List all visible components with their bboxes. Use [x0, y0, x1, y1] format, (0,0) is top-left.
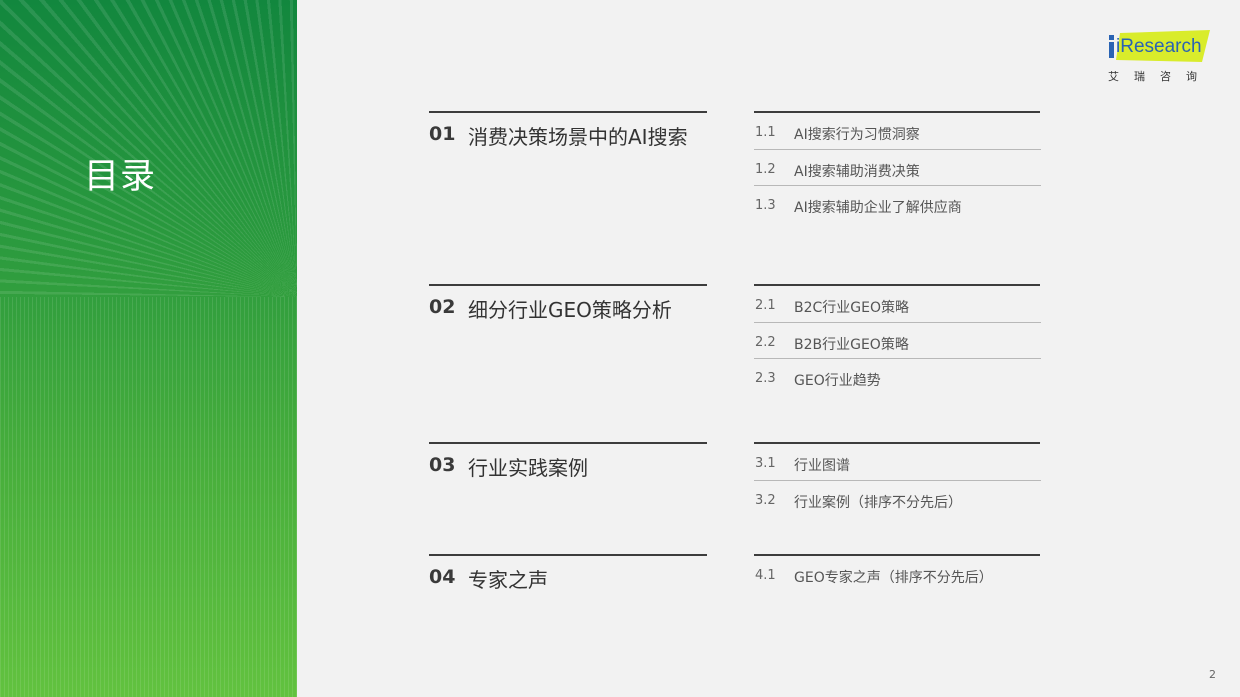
section-number: 03	[429, 454, 456, 476]
subsection-label: AI搜索辅助消费决策	[794, 163, 920, 180]
section-title[interactable]: 消费决策场景中的AI搜索	[468, 121, 688, 150]
subsection-number: 3.2	[755, 492, 776, 508]
section-divider	[429, 442, 707, 444]
toc-title: 目录	[84, 157, 157, 197]
subsection-label: 行业图谱	[794, 458, 850, 474]
section-divider	[429, 284, 707, 286]
subsection-number: 2.1	[755, 298, 776, 313]
section-number: 02	[429, 296, 456, 318]
section-number: 01	[429, 123, 456, 145]
subsection-list: 2.1 B2C行业GEO策略 2.2 B2B行业GEO策略 2.3 GEO行业趋…	[754, 286, 1041, 396]
subsection-label: GEO行业趋势	[794, 373, 881, 389]
subsection-number: 1.1	[755, 125, 776, 140]
section-divider	[429, 554, 707, 556]
section-number: 04	[429, 566, 456, 588]
subsection-number: 3.1	[755, 456, 776, 471]
subsection-item[interactable]: 1.3 AI搜索辅助企业了解供应商	[754, 186, 1041, 223]
subsection-item[interactable]: 1.1 AI搜索行为习惯洞察	[754, 113, 1041, 150]
subsection-label: GEO专家之声（排序不分先后）	[794, 570, 993, 586]
iresearch-logo: iResearch 艾瑞咨询	[1106, 30, 1216, 83]
subsection-list: 3.1 行业图谱 3.2 行业案例（排序不分先后）	[754, 444, 1041, 517]
section-title[interactable]: 细分行业GEO策略分析	[468, 294, 672, 323]
subsection-item[interactable]: 2.1 B2C行业GEO策略	[754, 286, 1041, 323]
subsection-item[interactable]: 2.2 B2B行业GEO策略	[754, 323, 1041, 359]
sidebar-panel: 目录	[0, 0, 297, 697]
section-divider	[429, 111, 707, 113]
subsection-label: B2C行业GEO策略	[794, 300, 910, 316]
logo-subtitle: 艾瑞咨询	[1108, 70, 1212, 83]
subsection-label: 行业案例（排序不分先后）	[794, 494, 962, 511]
section-title[interactable]: 行业实践案例	[468, 452, 588, 481]
subsection-label: AI搜索行为习惯洞察	[794, 127, 920, 143]
subsection-list: 1.1 AI搜索行为习惯洞察 1.2 AI搜索辅助消费决策 1.3 AI搜索辅助…	[754, 113, 1041, 223]
page-number: 2	[1209, 668, 1216, 681]
subsection-item[interactable]: 1.2 AI搜索辅助消费决策	[754, 150, 1041, 186]
section-title[interactable]: 专家之声	[468, 564, 548, 593]
logo-brand-text: iResearch	[1116, 36, 1202, 57]
subsection-number: 2.2	[755, 334, 776, 350]
sidebar-stripe-pattern	[0, 297, 297, 697]
subsection-label: B2B行业GEO策略	[794, 336, 909, 353]
subsection-number: 1.2	[755, 161, 776, 177]
subsection-item[interactable]: 3.1 行业图谱	[754, 444, 1041, 481]
subsection-number: 1.3	[755, 198, 776, 213]
subsection-label: AI搜索辅助企业了解供应商	[794, 200, 962, 216]
subsection-item[interactable]: 4.1 GEO专家之声（排序不分先后）	[754, 556, 1041, 593]
subsection-list: 4.1 GEO专家之声（排序不分先后）	[754, 556, 1041, 593]
subsection-number: 4.1	[755, 568, 776, 583]
subsection-item[interactable]: 2.3 GEO行业趋势	[754, 359, 1041, 396]
subsection-number: 2.3	[755, 371, 776, 386]
subsection-item[interactable]: 3.2 行业案例（排序不分先后）	[754, 481, 1041, 518]
